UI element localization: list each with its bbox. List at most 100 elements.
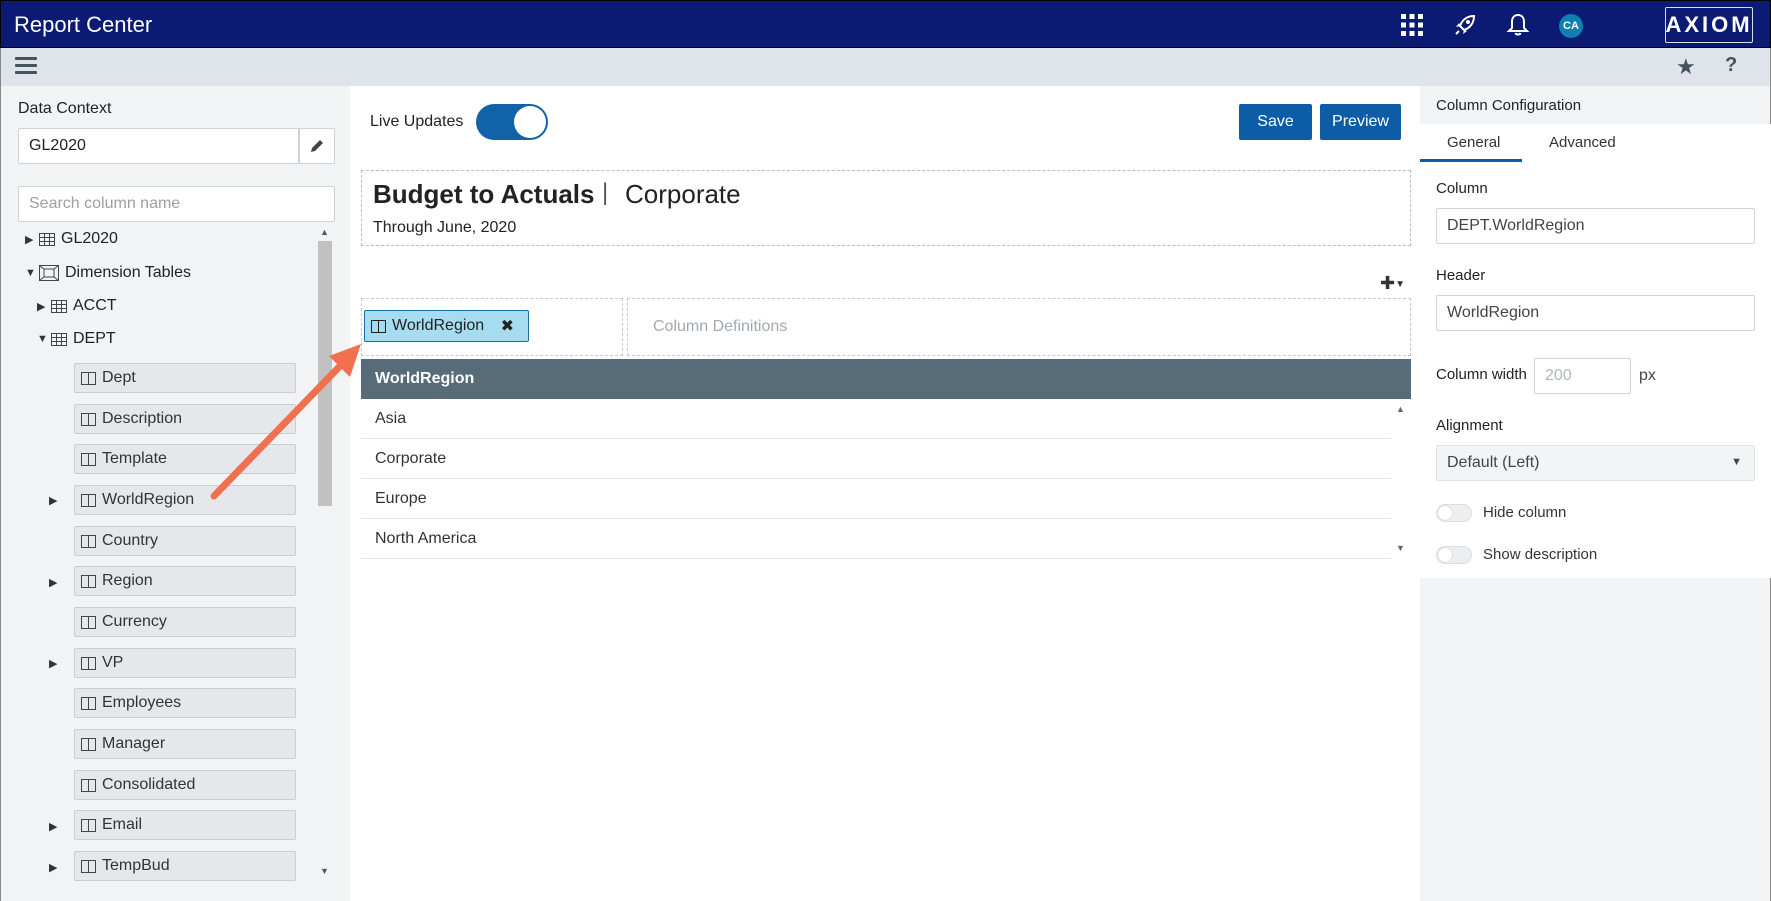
remove-icon[interactable]: ✖	[501, 316, 514, 336]
caret-down-icon[interactable]: ▼	[37, 333, 51, 345]
column-icon	[371, 319, 386, 333]
row-chip-worldregion[interactable]: WorldRegion ✖	[364, 310, 529, 342]
top-bar: Report Center CA AXIOM	[0, 0, 1771, 48]
hide-column-toggle[interactable]	[1436, 504, 1472, 522]
chevron-down-icon: ▼	[1731, 456, 1742, 468]
title-separator: |	[602, 179, 609, 206]
caret-right-icon[interactable]: ▶	[49, 861, 57, 874]
header-input[interactable]: WorldRegion	[1436, 295, 1755, 331]
data-context-input[interactable]: GL2020	[18, 128, 299, 164]
field-manager[interactable]: Manager	[74, 729, 296, 759]
field-vp[interactable]: VP	[74, 648, 296, 678]
tree-scrollbar-thumb[interactable]	[318, 241, 332, 506]
tab-general[interactable]: General	[1447, 134, 1500, 151]
field-label: Country	[102, 532, 159, 549]
column-icon	[81, 574, 96, 588]
scroll-down-icon[interactable]: ▼	[320, 866, 329, 876]
star-icon[interactable]: ★	[1676, 54, 1696, 80]
pencil-icon[interactable]	[299, 128, 335, 164]
field-label: WorldRegion	[102, 491, 195, 508]
panel-tabs: General Advanced	[1420, 124, 1771, 162]
column-input[interactable]: DEPT.WorldRegion	[1436, 208, 1755, 244]
save-button[interactable]: Save	[1239, 104, 1312, 140]
tree-node-dept[interactable]: ▼ DEPT	[37, 326, 116, 352]
tree-node-dimension-tables[interactable]: ▼ Dimension Tables	[25, 260, 191, 286]
caret-down-icon[interactable]: ▼	[25, 267, 39, 279]
field-email[interactable]: Email	[74, 810, 296, 840]
field-template[interactable]: Template	[74, 444, 296, 474]
column-width-input[interactable]: 200	[1534, 358, 1631, 394]
grid-row[interactable]: Europe	[361, 479, 1391, 519]
show-description-toggle[interactable]	[1436, 546, 1472, 564]
field-label: Manager	[102, 735, 166, 752]
tree-node-label: DEPT	[73, 330, 116, 347]
column-width-label: Column width	[1436, 366, 1527, 383]
preview-button[interactable]: Preview	[1320, 104, 1401, 140]
field-label: Dept	[102, 369, 136, 386]
column-definitions-placeholder: Column Definitions	[653, 318, 788, 335]
column-icon	[81, 452, 96, 466]
tree-node-label: ACCT	[73, 297, 117, 314]
column-icon	[81, 696, 96, 710]
chip-label: WorldRegion	[392, 317, 485, 334]
report-header-box[interactable]: Budget to Actuals | Corporate Through Ju…	[361, 170, 1411, 246]
field-label: Employees	[102, 694, 182, 711]
axiom-logo: AXIOM	[1665, 7, 1753, 43]
live-updates-label: Live Updates	[370, 113, 464, 130]
live-updates-toggle[interactable]	[476, 104, 548, 140]
alignment-select[interactable]: Default (Left) ▼	[1436, 445, 1755, 481]
column-label: Column	[1436, 180, 1488, 197]
field-label: Consolidated	[102, 776, 196, 793]
caret-right-icon[interactable]: ▶	[49, 576, 57, 589]
field-label: Description	[102, 410, 183, 427]
alignment-label: Alignment	[1436, 417, 1503, 434]
column-definitions-drop-zone[interactable]: Column Definitions	[627, 298, 1411, 356]
grid-row[interactable]: North America	[361, 519, 1391, 559]
help-icon[interactable]: ?	[1725, 54, 1737, 77]
field-country[interactable]: Country	[74, 526, 296, 556]
column-icon	[81, 859, 96, 873]
field-label: VP	[102, 654, 124, 671]
field-description[interactable]: Description	[74, 404, 296, 434]
caret-right-icon[interactable]: ▶	[25, 233, 39, 246]
column-icon	[81, 534, 96, 548]
tree-node-label: Dimension Tables	[65, 264, 191, 281]
add-menu-icon[interactable]: ✚▼	[1380, 273, 1405, 294]
grid-header[interactable]: WorldRegion	[361, 359, 1411, 399]
field-label: Template	[102, 450, 167, 467]
caret-right-icon[interactable]: ▶	[37, 300, 51, 313]
field-consolidated[interactable]: Consolidated	[74, 770, 296, 800]
caret-right-icon[interactable]: ▶	[49, 494, 57, 507]
field-label: Email	[102, 816, 143, 833]
user-avatar[interactable]: CA	[1559, 14, 1583, 38]
field-currency[interactable]: Currency	[74, 607, 296, 637]
table-icon	[39, 232, 55, 246]
apps-grid-icon[interactable]	[1398, 11, 1426, 39]
field-worldregion[interactable]: WorldRegion	[74, 485, 296, 515]
grid-row[interactable]: Asia	[361, 399, 1391, 439]
grid-scroll-up-icon[interactable]: ▲	[1396, 404, 1405, 414]
tree-node-acct[interactable]: ▶ ACCT	[37, 293, 117, 319]
field-region[interactable]: Region	[74, 566, 296, 596]
bell-icon[interactable]	[1504, 11, 1532, 39]
grid-scroll-down-icon[interactable]: ▼	[1396, 543, 1405, 553]
search-column-input[interactable]: Search column name	[18, 186, 335, 222]
caret-right-icon[interactable]: ▶	[49, 657, 57, 670]
dimension-tables-icon	[39, 265, 59, 281]
grid-row[interactable]: Corporate	[361, 439, 1391, 479]
field-dept[interactable]: Dept	[74, 363, 296, 393]
show-description-label: Show description	[1483, 546, 1598, 563]
tree-node-gl2020[interactable]: ▶ GL2020	[25, 226, 118, 252]
field-tempbud[interactable]: TempBud	[74, 851, 296, 881]
table-icon	[51, 299, 67, 313]
hide-column-label: Hide column	[1483, 504, 1567, 521]
caret-right-icon[interactable]: ▶	[49, 820, 57, 833]
tree-node-label: GL2020	[61, 230, 118, 247]
alignment-value: Default (Left)	[1447, 454, 1540, 471]
rocket-icon[interactable]	[1451, 11, 1479, 39]
data-source-panel: Data Context GL2020 Search column name ▶…	[0, 86, 350, 901]
tab-advanced[interactable]: Advanced	[1549, 134, 1616, 151]
field-employees[interactable]: Employees	[74, 688, 296, 718]
menu-icon[interactable]	[15, 57, 37, 77]
scroll-up-icon[interactable]: ▲	[320, 227, 329, 237]
